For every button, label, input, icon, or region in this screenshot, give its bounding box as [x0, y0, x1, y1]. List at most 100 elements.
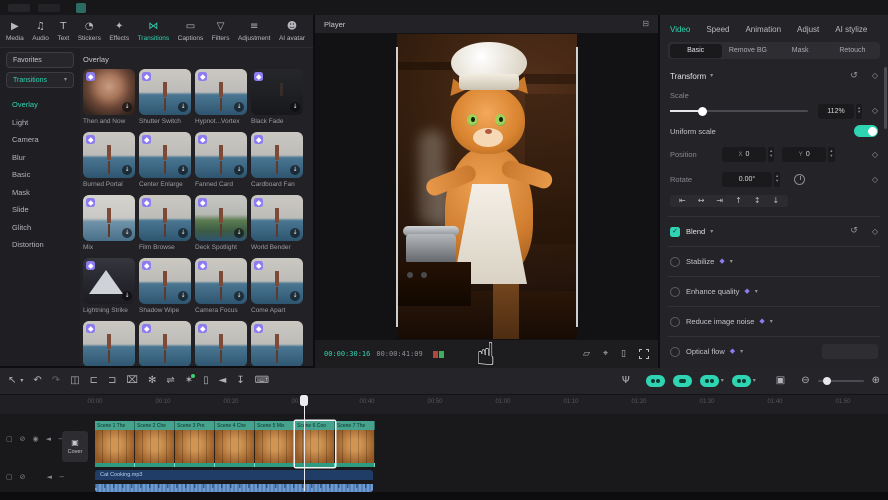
hide-track-icon[interactable]: ◉: [33, 436, 39, 443]
transition-item[interactable]: ↓Center Enlarge: [139, 132, 191, 188]
reset-icon[interactable]: ↺: [850, 72, 858, 81]
select-tool-icon[interactable]: ↖: [8, 376, 16, 386]
reverse-icon[interactable]: ⇌: [166, 376, 174, 386]
chevron-down-icon[interactable]: ▾: [721, 378, 724, 384]
subtab-retouch[interactable]: Retouch: [826, 44, 878, 58]
transition-item[interactable]: ↓Lightning Strike: [83, 258, 135, 314]
audio-track-clip[interactable]: Cat Cooking.mp3: [95, 470, 373, 492]
tab-media[interactable]: ▶Media: [6, 22, 24, 42]
transition-item[interactable]: [83, 321, 135, 366]
transition-item[interactable]: [195, 321, 247, 366]
position-y-stepper[interactable]: ▴▾: [828, 147, 834, 162]
shortcuts-icon[interactable]: ⌨: [255, 376, 269, 386]
tab-ai-avatar[interactable]: ☻AI avatar: [279, 22, 305, 42]
chevron-down-icon[interactable]: ▾: [730, 259, 733, 265]
tab-video[interactable]: Video: [670, 25, 690, 34]
align-bottom-icon[interactable]: ↓: [773, 197, 780, 205]
tab-speed[interactable]: Speed: [706, 25, 729, 34]
mute-track-icon[interactable]: ◄: [47, 474, 52, 481]
tab-captions[interactable]: ▭Captions: [178, 22, 204, 42]
transition-item[interactable]: ↓Burned Portal: [83, 132, 135, 188]
tab-transitions[interactable]: ⋈Transitions: [138, 22, 170, 42]
magnet-toggle[interactable]: [646, 375, 665, 387]
sidebar-item-glitch[interactable]: Glitch: [0, 219, 80, 237]
clip-scene-4[interactable]: Scene 4 Che: [215, 421, 255, 467]
zoom-in-icon[interactable]: ⊕: [872, 376, 880, 386]
subtab-basic[interactable]: Basic: [670, 44, 722, 58]
chevron-down-icon[interactable]: ▾: [753, 378, 756, 384]
reduce-noise-checkbox[interactable]: [670, 317, 680, 327]
undo-icon[interactable]: ↶: [33, 376, 41, 386]
rotate-dial[interactable]: [794, 174, 805, 185]
transition-item[interactable]: ↓Shadow Wipe: [139, 258, 191, 314]
tab-ai-stylize[interactable]: AI stylize: [835, 25, 867, 34]
rotate-value-field[interactable]: 0.00°: [722, 172, 772, 187]
lock-icon[interactable]: ⊘: [20, 474, 26, 481]
transition-item[interactable]: ↓World Bender: [251, 195, 303, 251]
chevron-down-icon[interactable]: ▾: [755, 289, 758, 295]
ratio-icon[interactable]: ▱: [583, 350, 590, 359]
chevron-down-icon[interactable]: ▾: [770, 319, 773, 325]
enhance-quality-checkbox[interactable]: [670, 287, 680, 297]
video-frame-cat-chef[interactable]: [397, 34, 577, 339]
sidebar-item-light[interactable]: Light: [0, 114, 80, 132]
clip-scene-3[interactable]: Scene 3 Pre: [175, 421, 215, 467]
clip-scene-5[interactable]: Scene 5 Mix: [255, 421, 295, 467]
clip-scene-6-selected[interactable]: Scene 6 Coo: [295, 421, 335, 467]
keyframe-icon[interactable]: ◇: [872, 176, 878, 184]
clip-scene-7[interactable]: Scene 7 The: [335, 421, 375, 467]
timeline-ruler[interactable]: 00:00 00:10 00:20 00:30 00:40 00:50 01:0…: [0, 394, 888, 414]
sidebar-item-basic[interactable]: Basic: [0, 166, 80, 184]
tab-adjustment[interactable]: ≡Adjustment: [238, 22, 271, 42]
inspector-scrollbar[interactable]: [884, 67, 887, 129]
transition-item[interactable]: ↓Film Browse: [139, 195, 191, 251]
align-center-horizontal-icon[interactable]: ↔: [698, 197, 705, 205]
pack-dropdown[interactable]: Transitions ▾: [6, 72, 74, 88]
split-icon[interactable]: ◫: [70, 376, 79, 386]
chevron-down-icon[interactable]: ▾: [740, 349, 743, 355]
zoom-out-icon[interactable]: ⊖: [801, 376, 809, 386]
chevron-down-icon[interactable]: ▾: [710, 229, 713, 235]
video-selection-handle-left[interactable]: [396, 47, 398, 327]
align-top-icon[interactable]: ↑: [735, 197, 742, 205]
mirror-icon[interactable]: ▯: [621, 350, 626, 359]
extract-audio-icon[interactable]: ↧: [236, 376, 244, 386]
collapse-track-icon[interactable]: −: [59, 474, 65, 481]
position-x-field[interactable]: X0: [722, 147, 766, 162]
rotate-stepper[interactable]: ▴▾: [774, 172, 780, 187]
video-selection-handle-right[interactable]: [576, 47, 578, 327]
timeline-zoom-slider[interactable]: [818, 380, 864, 382]
clip-scene-2[interactable]: Scene 2 Che: [135, 421, 175, 467]
transition-item[interactable]: ↓Then and Now: [83, 69, 135, 125]
tab-audio[interactable]: ♫Audio: [32, 22, 49, 42]
reset-icon[interactable]: ↺: [850, 227, 858, 236]
optical-flow-checkbox[interactable]: [670, 347, 680, 357]
transition-item[interactable]: ↓Deck Spotlight: [195, 195, 247, 251]
align-center-vertical-icon[interactable]: ↕: [754, 197, 761, 205]
select-tool-dropdown-icon[interactable]: ▾: [20, 378, 23, 384]
stabilize-checkbox[interactable]: [670, 257, 680, 267]
transition-item[interactable]: ↓Cardboard Fan: [251, 132, 303, 188]
transition-item[interactable]: [251, 321, 303, 366]
position-y-field[interactable]: Y0: [782, 147, 826, 162]
focus-icon[interactable]: ⌖: [603, 350, 608, 359]
track-frame-icon[interactable]: ▢: [6, 436, 13, 443]
tab-animation[interactable]: Animation: [745, 25, 781, 34]
freeze-frame-icon[interactable]: ✻: [148, 376, 156, 386]
sidebar-item-mask[interactable]: Mask: [0, 184, 80, 202]
blend-checkbox[interactable]: ✓: [670, 227, 680, 237]
tab-effects[interactable]: ✦Effects: [109, 22, 129, 42]
sidebar-item-overlay[interactable]: Overlay: [0, 96, 80, 114]
sidebar-item-blur[interactable]: Blur: [0, 149, 80, 167]
scale-slider-knob[interactable]: [698, 107, 707, 116]
link-clips-toggle[interactable]: [673, 375, 692, 387]
sidebar-item-slide[interactable]: Slide: [0, 201, 80, 219]
timeline-zoom-knob[interactable]: [823, 377, 831, 385]
subtab-remove-bg[interactable]: Remove BG: [722, 44, 774, 58]
tab-stickers[interactable]: ◔Stickers: [78, 22, 101, 42]
keyframe-icon[interactable]: ◇: [872, 107, 878, 115]
tab-adjust[interactable]: Adjust: [797, 25, 819, 34]
mirror-clip-icon[interactable]: ▯: [203, 376, 209, 386]
keyframe-icon[interactable]: ◇: [872, 72, 878, 80]
position-x-stepper[interactable]: ▴▾: [768, 147, 774, 162]
